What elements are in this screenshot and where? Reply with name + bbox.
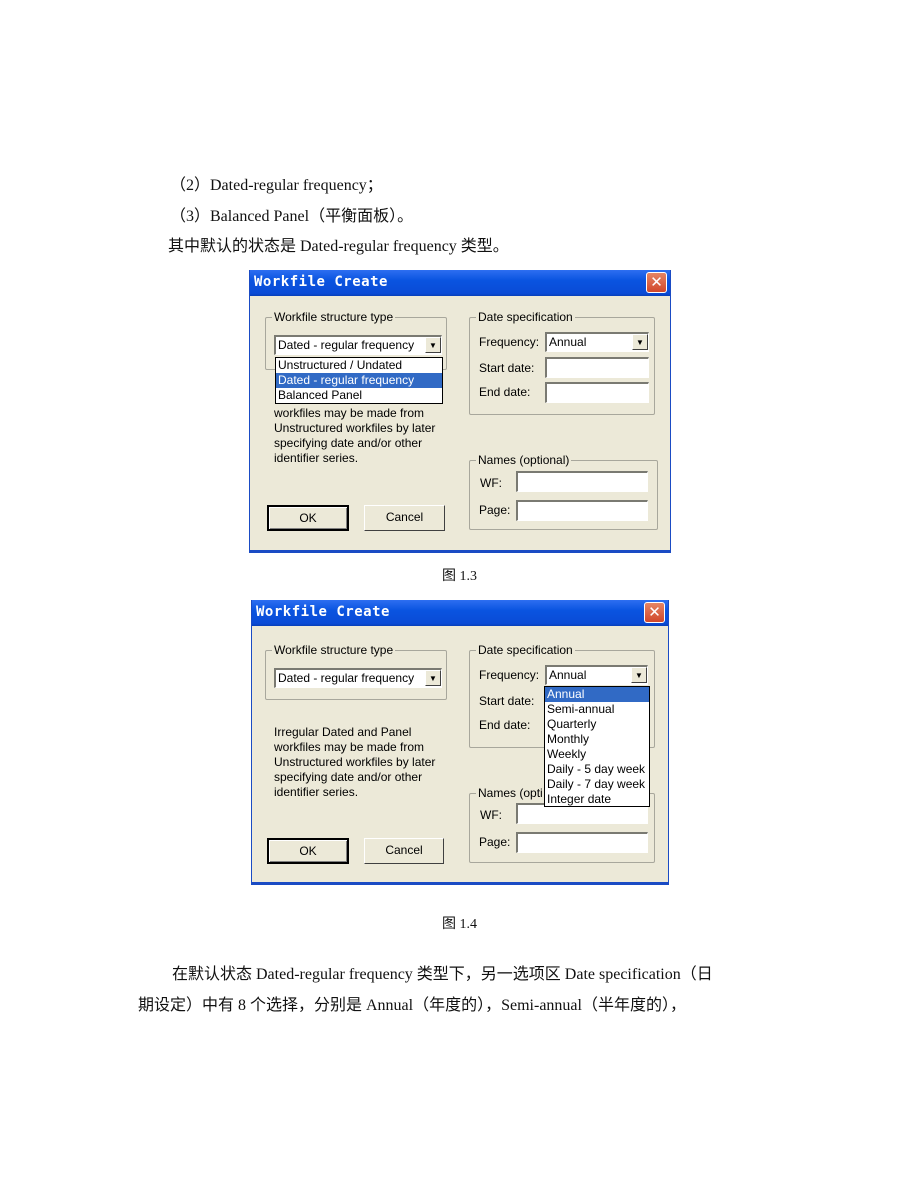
names-label: Names (optional): [476, 453, 572, 467]
ok-button[interactable]: OK: [267, 838, 349, 864]
date-spec-label: Date specification: [476, 643, 575, 657]
help-line: identifier series.: [274, 785, 359, 799]
help-line: Unstructured workfiles by later: [274, 755, 436, 769]
dialog-title: Workfile Create: [254, 274, 388, 290]
dialog-title: Workfile Create: [256, 604, 390, 620]
structure-type-combo[interactable]: Dated - regular frequency ▼: [274, 335, 442, 355]
frequency-label: Frequency:: [479, 668, 540, 682]
start-date-label: Start date:: [479, 361, 535, 375]
workfile-create-dialog-fig13: Workfile Create ✕ Workfile structure typ…: [249, 270, 671, 553]
frequency-option[interactable]: Daily - 7 day week: [545, 777, 649, 792]
page-name-input[interactable]: [516, 500, 648, 521]
close-icon: ✕: [648, 603, 661, 621]
close-icon: ✕: [650, 273, 663, 291]
help-line: workfiles may be made from: [274, 740, 425, 754]
frequency-option[interactable]: Monthly: [545, 732, 649, 747]
help-text: Irregular Dated and Panel workfiles may …: [274, 725, 435, 800]
structure-option[interactable]: Balanced Panel: [276, 388, 442, 403]
frequency-option[interactable]: Weekly: [545, 747, 649, 762]
structure-option[interactable]: Unstructured / Undated: [276, 358, 442, 373]
help-line: specifying date and/or other: [274, 770, 423, 784]
structure-type-value: Dated - regular frequency: [278, 671, 415, 685]
page-label: Page:: [479, 835, 511, 849]
start-date-input[interactable]: [545, 357, 649, 378]
page-label: Page:: [479, 503, 511, 517]
frequency-dropdown-list: Annual Semi-annual Quarterly Monthly Wee…: [544, 686, 650, 807]
default-state-text: 其中默认的状态是 Dated-regular frequency 类型。: [168, 238, 509, 255]
paragraph-line-1: 在默认状态 Dated-regular frequency 类型下，另一选项区 …: [172, 966, 713, 983]
end-date-label: End date:: [479, 718, 531, 732]
item-2-text: （2）Dated-regular frequency；: [170, 177, 383, 194]
frequency-value: Annual: [549, 335, 587, 349]
frequency-option[interactable]: Integer date: [545, 792, 649, 807]
structure-type-value: Dated - regular frequency: [278, 338, 415, 352]
help-line: Irregular Dated and Panel: [274, 725, 412, 739]
close-button[interactable]: ✕: [644, 602, 665, 623]
paragraph-line-2: 期设定）中有 8 个选择，分别是 Annual（年度的），Semi-annual…: [138, 997, 686, 1014]
frequency-combo[interactable]: Annual ▼: [545, 332, 649, 352]
frequency-option[interactable]: Quarterly: [545, 717, 649, 732]
date-spec-label: Date specification: [476, 310, 575, 324]
structure-type-dropdown-list: Unstructured / Undated Dated - regular f…: [275, 357, 443, 404]
help-line: specifying date and/or other: [274, 436, 423, 450]
wf-label: WF:: [480, 808, 502, 822]
title-bar: Workfile Create ✕: [252, 600, 668, 626]
cancel-button[interactable]: Cancel: [364, 838, 444, 864]
start-date-label: Start date:: [479, 694, 535, 708]
frequency-option[interactable]: Daily - 5 day week: [545, 762, 649, 777]
structure-type-combo[interactable]: Dated - regular frequency ▼: [274, 668, 442, 688]
figure-caption-1-3: 图 1.3: [442, 569, 477, 584]
frequency-option[interactable]: Semi-annual: [545, 702, 649, 717]
cancel-button[interactable]: Cancel: [364, 505, 445, 531]
dropdown-arrow-icon[interactable]: ▼: [631, 667, 647, 683]
frequency-label: Frequency:: [479, 335, 540, 349]
page-name-input[interactable]: [516, 832, 648, 853]
end-date-input[interactable]: [545, 382, 649, 403]
figure-caption-1-4: 图 1.4: [442, 917, 477, 932]
help-text: workfiles may be made from Unstructured …: [274, 406, 435, 466]
dropdown-arrow-icon[interactable]: ▼: [632, 334, 648, 350]
help-line: identifier series.: [274, 451, 359, 465]
item-3-text: （3）Balanced Panel（平衡面板）。: [170, 208, 414, 225]
dropdown-arrow-icon[interactable]: ▼: [425, 670, 441, 686]
help-line: Unstructured workfiles by later: [274, 421, 436, 435]
dropdown-arrow-icon[interactable]: ▼: [425, 337, 441, 353]
structure-option-selected[interactable]: Dated - regular frequency: [276, 373, 442, 388]
names-label: Names (opti: [476, 786, 545, 800]
structure-type-label: Workfile structure type: [272, 643, 396, 657]
wf-name-input[interactable]: [516, 471, 648, 492]
ok-button[interactable]: OK: [267, 505, 349, 531]
frequency-combo[interactable]: Annual ▼: [545, 665, 648, 685]
end-date-label: End date:: [479, 385, 531, 399]
close-button[interactable]: ✕: [646, 272, 667, 293]
wf-label: WF:: [480, 476, 502, 490]
title-bar: Workfile Create ✕: [250, 270, 670, 296]
frequency-option-selected[interactable]: Annual: [545, 687, 649, 702]
structure-type-label: Workfile structure type: [272, 310, 396, 324]
help-line: workfiles may be made from: [274, 406, 425, 420]
workfile-create-dialog-fig14: Workfile Create ✕ Workfile structure typ…: [251, 600, 669, 885]
frequency-value: Annual: [549, 668, 587, 682]
